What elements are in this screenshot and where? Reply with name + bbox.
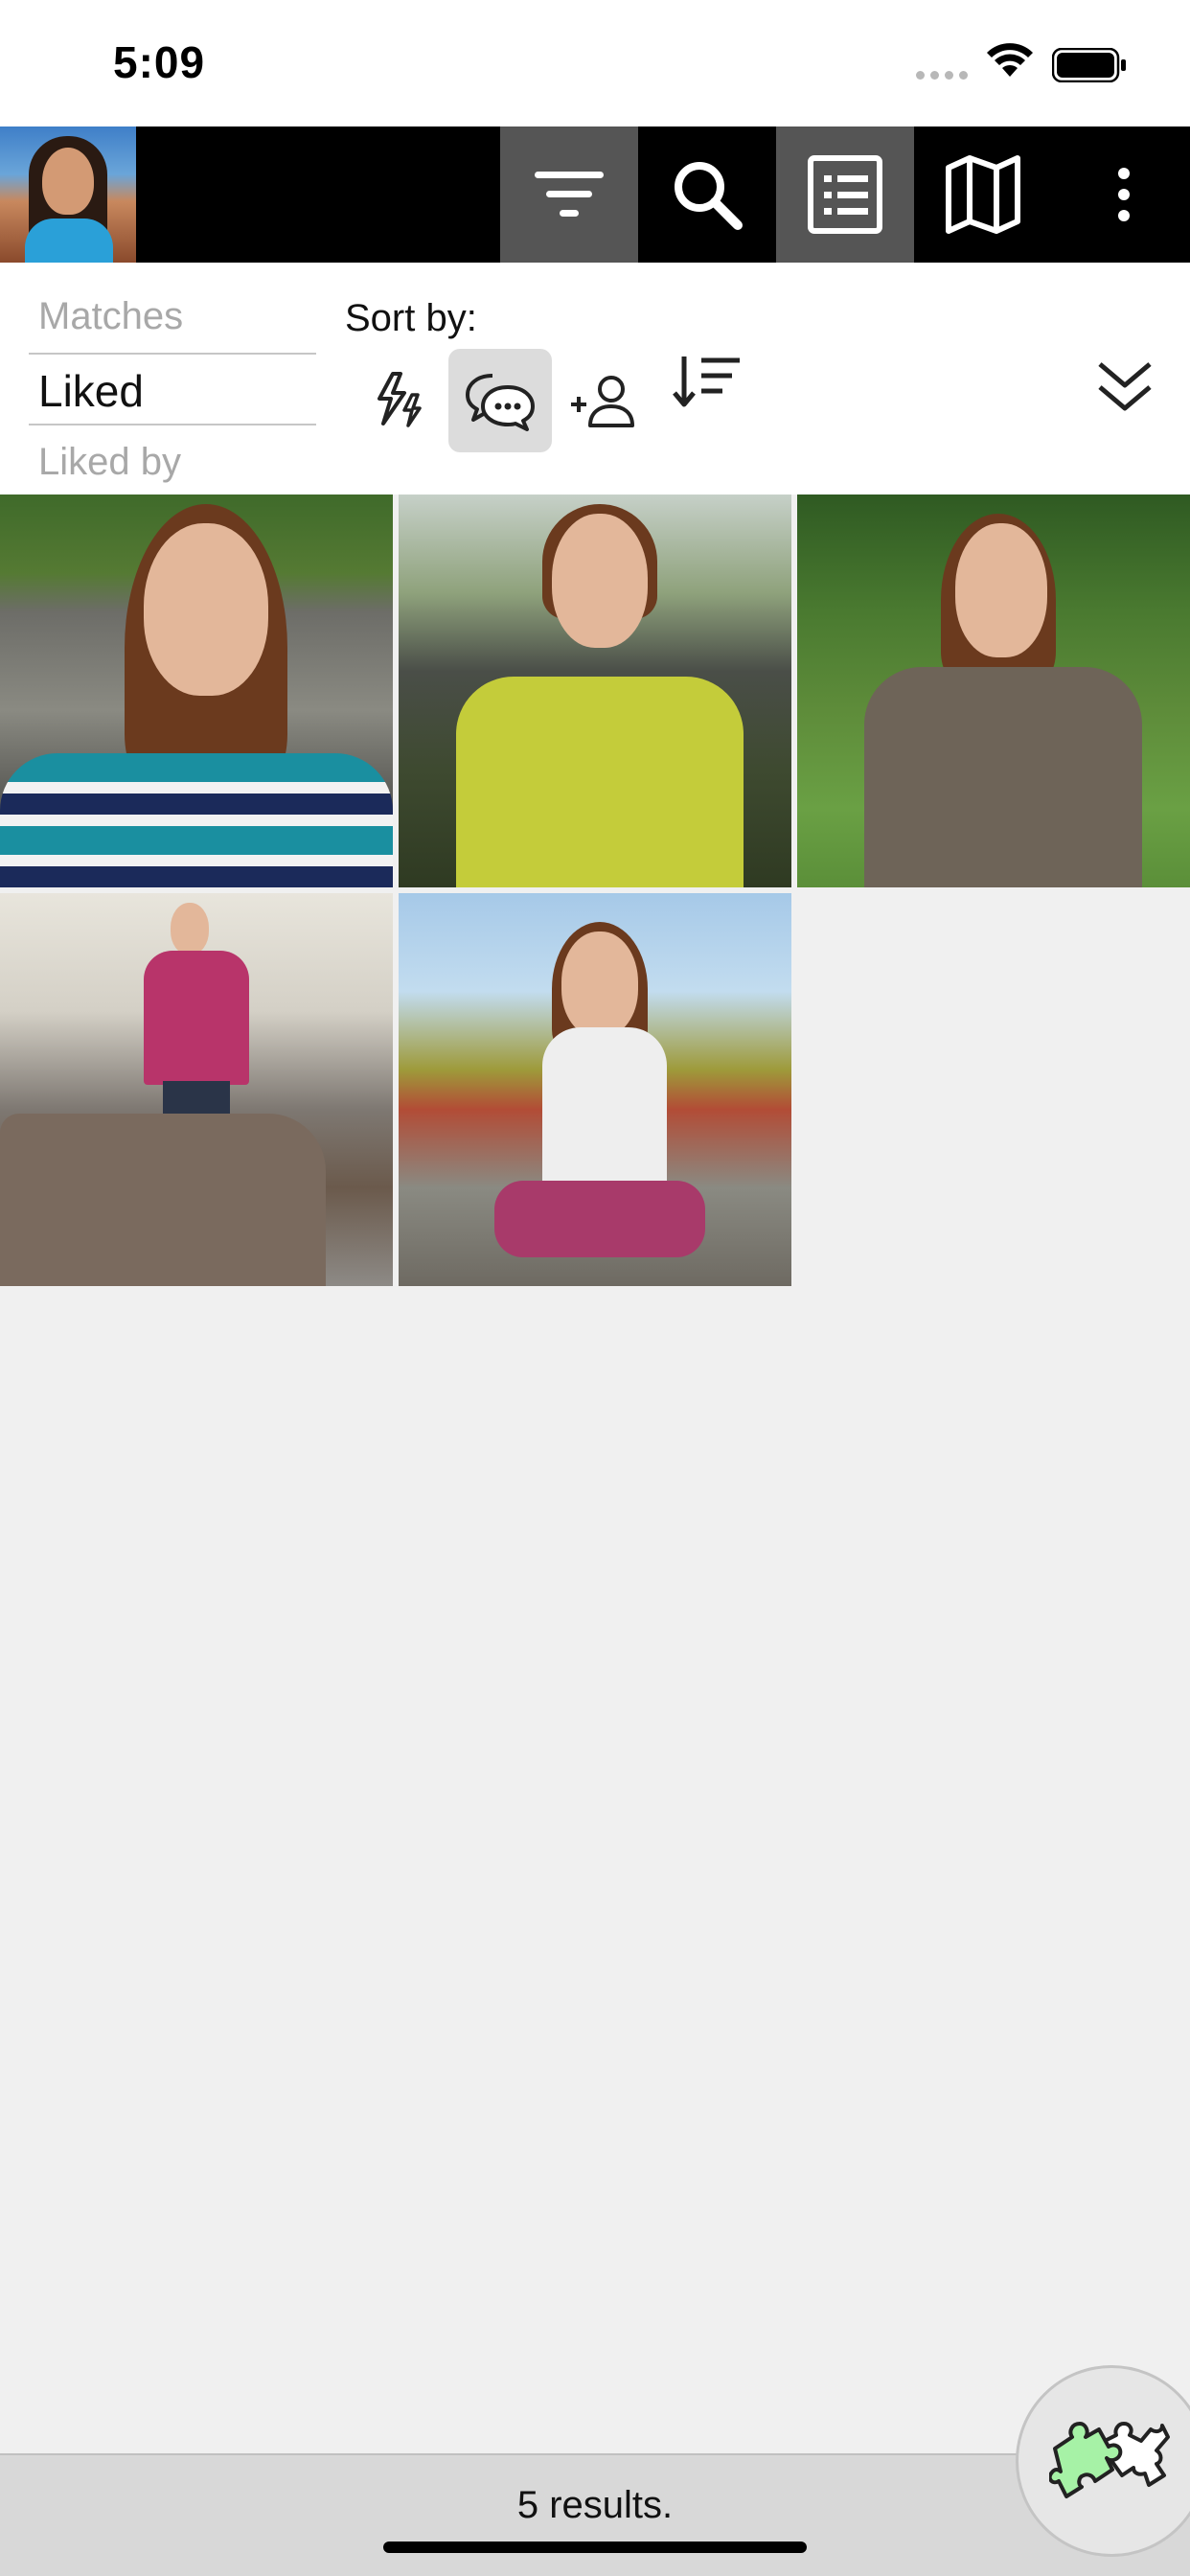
picker-item-liked-by[interactable]: Liked by xyxy=(29,426,316,498)
sort-newest-button[interactable] xyxy=(552,349,655,452)
search-icon xyxy=(675,162,743,230)
collapse-button[interactable] xyxy=(1085,347,1165,427)
profile-photo[interactable] xyxy=(399,494,791,887)
messages-icon xyxy=(466,374,535,431)
map-icon xyxy=(946,155,1020,234)
profile-photo[interactable] xyxy=(399,893,791,1286)
results-count: 5 results. xyxy=(516,2484,674,2526)
top-toolbar xyxy=(0,126,1190,263)
picker-item-liked[interactable]: Liked xyxy=(29,353,316,426)
profile-photo[interactable] xyxy=(0,893,393,1286)
list-view-button[interactable] xyxy=(776,126,914,263)
results-bar: 5 results. xyxy=(0,2453,1190,2576)
filter-button[interactable] xyxy=(500,126,638,263)
sort-by-label: Sort by: xyxy=(345,297,477,339)
map-view-button[interactable] xyxy=(914,126,1052,263)
control-strip: Matches Liked Liked by Sort by: xyxy=(0,263,1190,494)
more-vertical-icon xyxy=(1118,168,1130,221)
more-options-button[interactable] xyxy=(1058,126,1190,263)
profile-photo[interactable] xyxy=(797,494,1190,887)
signal-icon xyxy=(916,71,968,80)
battery-icon xyxy=(1052,48,1126,82)
chevron-double-down-icon xyxy=(1098,362,1152,411)
home-indicator[interactable] xyxy=(383,2542,807,2553)
sort-order-button[interactable] xyxy=(655,330,759,433)
sort-activity-button[interactable] xyxy=(347,349,450,452)
status-time: 5:09 xyxy=(113,37,206,87)
search-button[interactable] xyxy=(638,126,776,263)
sort-messages-button[interactable] xyxy=(448,349,552,452)
status-bar: 5:09 xyxy=(0,0,1190,126)
recent-activity-icon xyxy=(378,372,422,427)
newest-icon xyxy=(571,376,634,427)
list-view-icon xyxy=(808,155,882,234)
sort-order-icon xyxy=(673,356,740,407)
list-picker[interactable]: Matches Liked Liked by xyxy=(29,280,316,498)
wifi-icon xyxy=(987,43,1033,77)
filter-icon xyxy=(535,172,604,217)
puzzle-icon xyxy=(1049,2422,1170,2498)
profile-photo[interactable] xyxy=(0,494,393,887)
avatar[interactable] xyxy=(0,126,136,263)
picker-item-matches[interactable]: Matches xyxy=(29,280,316,353)
